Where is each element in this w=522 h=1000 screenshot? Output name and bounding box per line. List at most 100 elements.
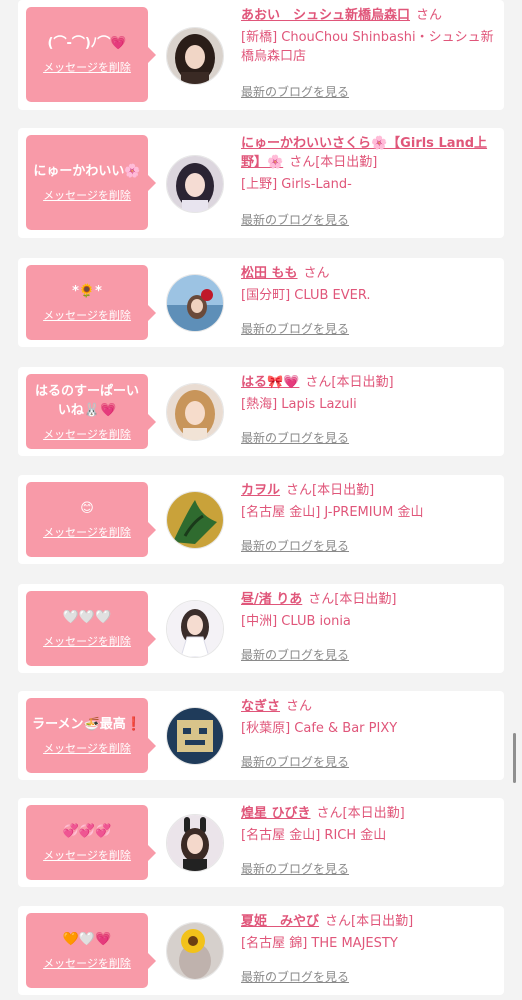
attendance-status: [本日出勤] xyxy=(342,806,405,821)
delete-message-link[interactable]: メッセージを削除 xyxy=(43,524,131,540)
avatar[interactable] xyxy=(166,707,224,765)
san-label: さん xyxy=(289,155,316,170)
message-text: 🧡🤍💗 xyxy=(62,932,112,947)
san-label: さん xyxy=(308,592,335,607)
attendance-status: [本日出勤] xyxy=(351,914,414,929)
attendance-status: [本日出勤] xyxy=(331,375,394,390)
cast-info: 昼/渚 りあ さん[本日出勤] [中洲] CLUB ionia xyxy=(241,590,501,631)
attendance-status: [本日出勤] xyxy=(312,483,375,498)
shop-name: [上野] Girls-Land- xyxy=(241,177,352,192)
delete-message-link[interactable]: メッセージを削除 xyxy=(43,633,131,649)
latest-blog-link[interactable]: 最新のブログを見る xyxy=(241,320,349,337)
san-label: さん xyxy=(303,266,330,281)
san-label: さん xyxy=(416,8,443,23)
message-bubble: (⌒-⌒)ﾉ⌒💗 メッセージを削除 xyxy=(26,7,156,102)
message-text: 💞💞💞 xyxy=(62,824,112,839)
latest-blog-link[interactable]: 最新のブログを見る xyxy=(241,537,349,554)
latest-blog-link[interactable]: 最新のブログを見る xyxy=(241,211,349,228)
favorite-card: (⌒-⌒)ﾉ⌒💗 メッセージを削除 あおい シュシュ新橋烏森口 さん [新橋] C… xyxy=(18,0,504,110)
latest-blog-link[interactable]: 最新のブログを見る xyxy=(241,968,349,985)
cast-name-link[interactable]: 松田 もも xyxy=(241,266,298,281)
san-label: さん xyxy=(316,806,343,821)
message-text: ラーメン🍜最高❗️ xyxy=(32,717,142,732)
delete-message-link[interactable]: メッセージを削除 xyxy=(43,59,131,75)
cast-info: 松田 もも さん [国分町] CLUB EVER. xyxy=(241,264,501,305)
avatar[interactable] xyxy=(166,274,224,332)
cast-info: あおい シュシュ新橋烏森口 さん [新橋] ChouChou Shinbashi・… xyxy=(241,6,501,66)
shop-name: [新橋] ChouChou Shinbashi・シュシュ新橋烏森口店 xyxy=(241,30,494,64)
white-dress-portrait-icon xyxy=(167,601,223,657)
cast-name-link[interactable]: 夏姫 みやび xyxy=(241,914,319,929)
blonde-portrait-icon xyxy=(167,384,223,440)
cast-info: にゅーかわいいさくら🌸【Girls Land上野】🌸 さん[本日出勤] [上野] … xyxy=(241,134,501,194)
latest-blog-link[interactable]: 最新のブログを見る xyxy=(241,646,349,663)
favorite-card: はるのすーぱーいいね🐰💗 メッセージを削除 はる🎀💗 さん[本日出勤] [熱海] … xyxy=(18,367,504,456)
attendance-status: [本日出勤] xyxy=(315,155,378,170)
latest-blog-link[interactable]: 最新のブログを見る xyxy=(241,860,349,877)
cast-name-link[interactable]: なぎさ xyxy=(241,699,280,714)
attendance-status: [本日出勤] xyxy=(334,592,397,607)
cast-info: なぎさ さん [秋葉原] Cafe & Bar PIXY xyxy=(241,697,501,738)
avatar[interactable] xyxy=(166,814,224,872)
cast-name-link[interactable]: はる🎀💗 xyxy=(241,375,299,390)
message-bubble: *🌻* メッセージを削除 xyxy=(26,265,156,340)
message-bubble: 😊 メッセージを削除 xyxy=(26,482,156,557)
favorite-card: 💞💞💞 メッセージを削除 煌星 ひびき さん[本日出勤] [名古屋 金山] RIC… xyxy=(18,798,504,887)
latest-blog-link[interactable]: 最新のブログを見る xyxy=(241,429,349,446)
message-bubble: 🧡🤍💗 メッセージを削除 xyxy=(26,913,156,988)
message-bubble: 💞💞💞 メッセージを削除 xyxy=(26,805,156,880)
cast-info: カヲル さん[本日出勤] [名古屋 金山] J-PREMIUM 金山 xyxy=(241,481,501,522)
seaside-portrait-icon xyxy=(167,275,223,331)
message-text: にゅーかわいい🌸 xyxy=(33,164,141,179)
cast-name-link[interactable]: 昼/渚 りあ xyxy=(241,592,302,607)
favorite-card: *🌻* メッセージを削除 松田 もも さん [国分町] CLUB EVER. 最新… xyxy=(18,258,504,347)
message-text: はるのすーぱーいいね🐰💗 xyxy=(34,383,139,418)
shop-name: [名古屋 金山] J-PREMIUM 金山 xyxy=(241,505,424,520)
plant-photo-icon xyxy=(167,492,223,548)
shop-name: [熱海] Lapis Lazuli xyxy=(241,397,357,412)
idol-portrait-icon xyxy=(167,156,223,212)
cast-name-link[interactable]: 煌星 ひびき xyxy=(241,806,311,821)
sunflower-portrait-icon xyxy=(167,923,223,979)
cast-name-link[interactable]: あおい シュシュ新橋烏森口 xyxy=(241,8,410,23)
delete-message-link[interactable]: メッセージを削除 xyxy=(43,955,131,971)
cast-info: 夏姫 みやび さん[本日出勤] [名古屋 錦] THE MAJESTY xyxy=(241,912,501,953)
avatar[interactable] xyxy=(166,491,224,549)
shop-name: [国分町] CLUB EVER. xyxy=(241,288,371,303)
scrollbar[interactable] xyxy=(513,733,516,783)
bunny-portrait-icon xyxy=(167,815,223,871)
cast-info: はる🎀💗 さん[本日出勤] [熱海] Lapis Lazuli xyxy=(241,373,501,414)
favorite-card: 😊 メッセージを削除 カヲル さん[本日出勤] [名古屋 金山] J-PREMIU… xyxy=(18,475,504,564)
latest-blog-link[interactable]: 最新のブログを見る xyxy=(241,753,349,770)
dark-hair-portrait-icon xyxy=(167,28,223,84)
san-label: さん xyxy=(325,914,352,929)
message-bubble: ラーメン🍜最高❗️ メッセージを削除 xyxy=(26,698,156,773)
delete-message-link[interactable]: メッセージを削除 xyxy=(43,740,131,756)
delete-message-link[interactable]: メッセージを削除 xyxy=(43,426,131,442)
delete-message-link[interactable]: メッセージを削除 xyxy=(43,187,131,203)
shop-name: [名古屋 錦] THE MAJESTY xyxy=(241,936,398,951)
delete-message-link[interactable]: メッセージを削除 xyxy=(43,307,131,323)
cast-info: 煌星 ひびき さん[本日出勤] [名古屋 金山] RICH 金山 xyxy=(241,804,501,845)
pixel-face-icon xyxy=(167,708,223,764)
favorite-card: にゅーかわいい🌸 メッセージを削除 にゅーかわいいさくら🌸【Girls Land… xyxy=(18,128,504,238)
avatar[interactable] xyxy=(166,600,224,658)
delete-message-link[interactable]: メッセージを削除 xyxy=(43,847,131,863)
shop-name: [秋葉原] Cafe & Bar PIXY xyxy=(241,721,398,736)
avatar[interactable] xyxy=(166,922,224,980)
shop-name: [名古屋 金山] RICH 金山 xyxy=(241,828,387,843)
avatar[interactable] xyxy=(166,383,224,441)
message-bubble: はるのすーぱーいいね🐰💗 メッセージを削除 xyxy=(26,374,156,449)
latest-blog-link[interactable]: 最新のブログを見る xyxy=(241,83,349,100)
san-label: さん xyxy=(286,483,313,498)
san-label: さん xyxy=(305,375,332,390)
message-bubble: にゅーかわいい🌸 メッセージを削除 xyxy=(26,135,156,230)
message-text: (⌒-⌒)ﾉ⌒💗 xyxy=(47,36,127,51)
cast-name-link[interactable]: カヲル xyxy=(241,483,280,498)
favorite-card: 🧡🤍💗 メッセージを削除 夏姫 みやび さん[本日出勤] [名古屋 錦] THE … xyxy=(18,906,504,995)
avatar[interactable] xyxy=(166,155,224,213)
shop-name: [中洲] CLUB ionia xyxy=(241,614,351,629)
message-text: *🌻* xyxy=(72,284,102,299)
avatar[interactable] xyxy=(166,27,224,85)
message-text: 🤍🤍🤍 xyxy=(62,610,112,625)
